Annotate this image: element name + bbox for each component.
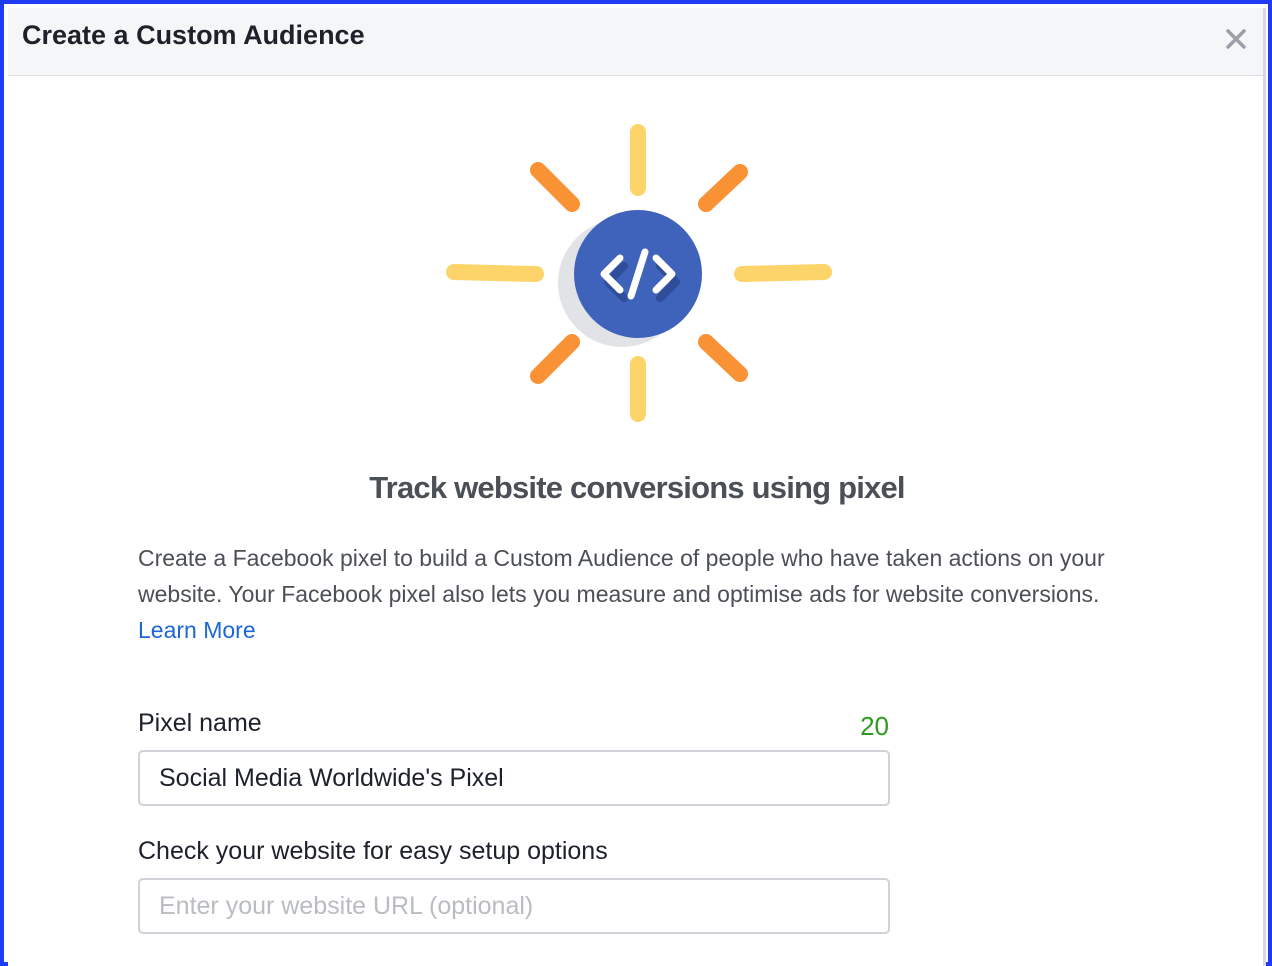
ray-top-right — [698, 164, 748, 212]
pixel-name-char-count: 20 — [860, 711, 889, 741]
website-label: Check your website for easy setup option… — [138, 837, 608, 865]
ray-bottom-right — [698, 334, 748, 382]
learn-more-link[interactable]: Learn More — [138, 617, 256, 643]
pixel-name-label: Pixel name — [138, 709, 262, 737]
description-text: Create a Facebook pixel to build a Custo… — [138, 545, 1105, 607]
pixel-name-input[interactable] — [138, 750, 890, 806]
custom-audience-dialog: Create a Custom Audience Track website c… — [8, 8, 1266, 966]
ray-left — [446, 264, 544, 282]
website-url-input[interactable] — [138, 878, 890, 934]
screenshot-frame: Create a Custom Audience Track website c… — [0, 0, 1272, 966]
description: Create a Facebook pixel to build a Custo… — [138, 540, 1138, 648]
pixel-illustration — [446, 124, 832, 422]
ray-right — [734, 264, 832, 282]
ray-bottom-left — [530, 334, 580, 384]
headline: Track website conversions using pixel — [369, 470, 905, 505]
ray-top-left — [530, 162, 580, 212]
